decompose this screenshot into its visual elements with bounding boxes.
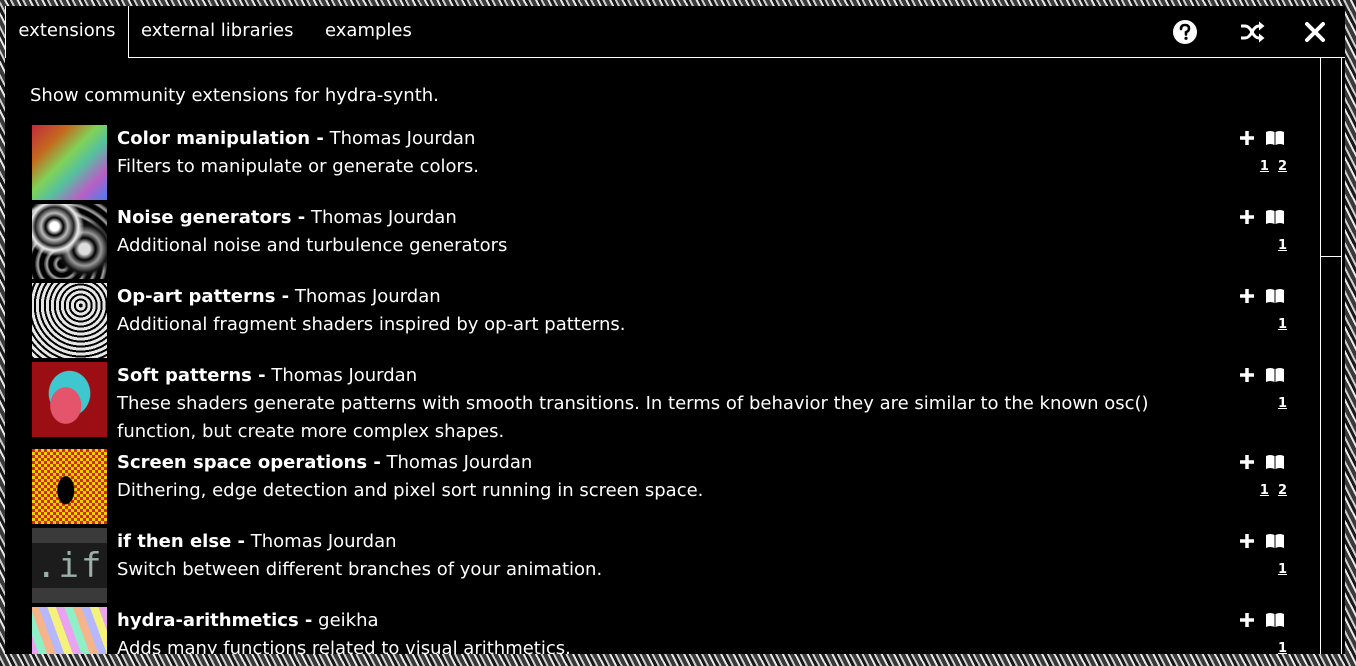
add-icon[interactable] bbox=[1238, 208, 1256, 226]
doc-link-1[interactable]: 1 bbox=[1278, 396, 1287, 411]
item-author: Thomas Jourdan bbox=[310, 207, 457, 228]
thumbnail-code-text: .if bbox=[36, 546, 104, 586]
extension-thumbnail bbox=[32, 204, 107, 279]
item-links: 1 bbox=[1269, 238, 1287, 253]
intro-text: Show community extensions for hydra-synt… bbox=[30, 85, 439, 106]
item-links: 12 bbox=[1251, 159, 1287, 174]
scrollbar[interactable] bbox=[1320, 58, 1342, 654]
item-author: Thomas Jourdan bbox=[271, 365, 418, 386]
item-actions: 1 bbox=[1232, 366, 1292, 426]
extension-thumbnail bbox=[32, 362, 107, 437]
item-actions: 12 bbox=[1232, 453, 1292, 513]
doc-link-1[interactable]: 1 bbox=[1278, 641, 1287, 654]
doc-link-1[interactable]: 1 bbox=[1278, 238, 1287, 253]
book-icon[interactable] bbox=[1265, 533, 1285, 549]
shuffle-icon[interactable] bbox=[1237, 17, 1267, 47]
extension-thumbnail bbox=[32, 283, 107, 358]
doc-link-2[interactable]: 2 bbox=[1278, 159, 1287, 174]
item-description: Switch between different branches of you… bbox=[117, 559, 603, 580]
doc-link-1[interactable]: 1 bbox=[1260, 159, 1269, 174]
item-author: geikha bbox=[318, 610, 379, 631]
book-icon[interactable] bbox=[1265, 209, 1285, 225]
add-icon[interactable] bbox=[1238, 287, 1256, 305]
item-text: Color manipulation - Thomas Jourdan Filt… bbox=[117, 125, 1207, 181]
question-icon[interactable] bbox=[1170, 17, 1200, 47]
doc-link-1[interactable]: 1 bbox=[1278, 562, 1287, 577]
item-title: Op-art patterns - bbox=[117, 286, 290, 307]
tab-bar: extensions external libraries examples bbox=[5, 6, 1345, 58]
book-icon[interactable] bbox=[1265, 454, 1285, 470]
book-icon[interactable] bbox=[1265, 130, 1285, 146]
doc-link-1[interactable]: 1 bbox=[1278, 317, 1287, 332]
item-actions: 1 bbox=[1232, 611, 1292, 654]
scrollbar-thumb[interactable] bbox=[1321, 58, 1341, 257]
extension-thumbnail bbox=[32, 125, 107, 200]
item-links: 1 bbox=[1269, 396, 1287, 411]
doc-link-2[interactable]: 2 bbox=[1278, 483, 1287, 498]
item-title: Noise generators - bbox=[117, 207, 306, 228]
item-description: Filters to manipulate or generate colors… bbox=[117, 156, 479, 177]
item-description: These shaders generate patterns with smo… bbox=[117, 393, 1149, 442]
item-actions: 12 bbox=[1232, 129, 1292, 189]
item-author: Thomas Jourdan bbox=[250, 531, 397, 552]
item-text: Op-art patterns - Thomas Jourdan Additio… bbox=[117, 283, 1207, 339]
item-title: Color manipulation - bbox=[117, 128, 324, 149]
item-text: if then else - Thomas Jourdan Switch bet… bbox=[117, 528, 1207, 584]
add-icon[interactable] bbox=[1238, 129, 1256, 147]
item-description: Dithering, edge detection and pixel sort… bbox=[117, 480, 704, 501]
extension-thumbnail bbox=[32, 607, 107, 654]
book-icon[interactable] bbox=[1265, 612, 1285, 628]
item-text: Soft patterns - Thomas Jourdan These sha… bbox=[117, 362, 1207, 446]
tab-external-libraries[interactable]: external libraries bbox=[141, 6, 294, 57]
tab-extensions[interactable]: extensions bbox=[5, 6, 129, 58]
item-description: Additional noise and turbulence generato… bbox=[117, 235, 508, 256]
item-title: hydra-arithmetics - bbox=[117, 610, 313, 631]
extension-thumbnail bbox=[32, 449, 107, 524]
item-author: Thomas Jourdan bbox=[386, 452, 533, 473]
item-description: Additional fragment shaders inspired by … bbox=[117, 314, 626, 335]
book-icon[interactable] bbox=[1265, 288, 1285, 304]
item-links: 1 bbox=[1269, 317, 1287, 332]
item-actions: 1 bbox=[1232, 208, 1292, 268]
tab-examples[interactable]: examples bbox=[325, 6, 412, 57]
item-links: 1 bbox=[1269, 562, 1287, 577]
item-text: Screen space operations - Thomas Jourdan… bbox=[117, 449, 1207, 505]
item-title: if then else - bbox=[117, 531, 246, 552]
item-title: Soft patterns - bbox=[117, 365, 266, 386]
item-links: 1 bbox=[1269, 641, 1287, 654]
item-actions: 1 bbox=[1232, 532, 1292, 592]
item-author: Thomas Jourdan bbox=[329, 128, 476, 149]
close-icon[interactable] bbox=[1300, 17, 1330, 47]
add-icon[interactable] bbox=[1238, 366, 1256, 384]
item-actions: 1 bbox=[1232, 287, 1292, 347]
add-icon[interactable] bbox=[1238, 532, 1256, 550]
item-text: hydra-arithmetics - geikha Adds many fun… bbox=[117, 607, 1207, 654]
item-title: Screen space operations - bbox=[117, 452, 381, 473]
item-links: 12 bbox=[1251, 483, 1287, 498]
extensions-panel: extensions external libraries examples S… bbox=[5, 6, 1345, 654]
add-icon[interactable] bbox=[1238, 453, 1256, 471]
add-icon[interactable] bbox=[1238, 611, 1256, 629]
item-text: Noise generators - Thomas Jourdan Additi… bbox=[117, 204, 1207, 260]
book-icon[interactable] bbox=[1265, 367, 1285, 383]
item-description: Adds many functions related to visual ar… bbox=[117, 638, 571, 654]
extension-thumbnail: .if bbox=[32, 528, 107, 603]
item-author: Thomas Jourdan bbox=[294, 286, 441, 307]
doc-link-1[interactable]: 1 bbox=[1260, 483, 1269, 498]
